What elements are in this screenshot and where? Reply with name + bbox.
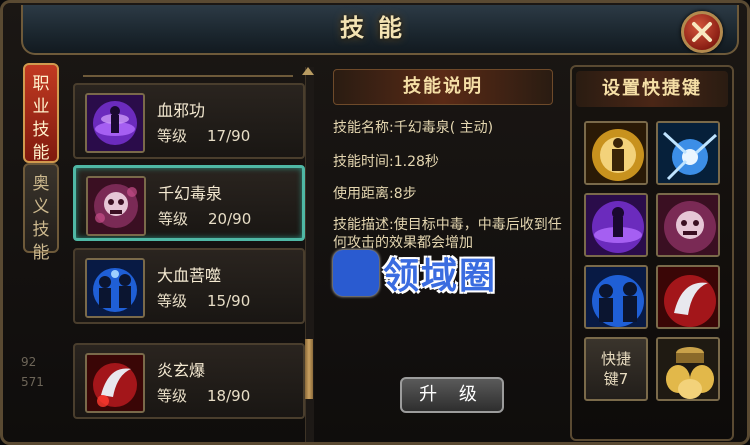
skill-name-line: 技能名称:千幻毒泉( 主动) bbox=[333, 120, 494, 136]
skill-window: 技能 职业技能 奥义技能 92 571 血邪功 等级 17/90 千幻毒泉 等级 2… bbox=[0, 0, 750, 445]
skill-name: 血邪功 bbox=[157, 101, 206, 120]
quickkey-panel: 设置快捷键 快捷键7 bbox=[570, 65, 734, 441]
level-label: 等级 bbox=[157, 387, 188, 405]
level-label: 等级 bbox=[157, 292, 188, 310]
skill-level: 等级 20/90 bbox=[158, 208, 251, 229]
skill-row-2[interactable]: 千幻毒泉 等级 20/90 bbox=[73, 165, 305, 241]
poison-skull-icon bbox=[658, 195, 718, 255]
skill-list: 血邪功 等级 17/90 千幻毒泉 等级 20/90 大血菩噬 等级 15/90 炎玄… bbox=[67, 61, 317, 442]
tab-secret-skills-label: 奥义技能 bbox=[32, 174, 50, 263]
blue-spirit-icon bbox=[85, 258, 145, 318]
level-value: 15/90 bbox=[207, 292, 251, 310]
level-value: 20/90 bbox=[208, 210, 252, 228]
quickkey-slot-6[interactable] bbox=[656, 265, 720, 329]
tab-class-skills[interactable]: 职业技能 bbox=[23, 63, 59, 163]
description-header: 技能说明 bbox=[333, 69, 553, 105]
skill-row-3[interactable]: 大血菩噬 等级 15/90 bbox=[73, 248, 305, 324]
gold-pots-icon bbox=[658, 339, 718, 399]
level-value: 17/90 bbox=[207, 127, 251, 145]
side-number-2: 571 bbox=[21, 375, 44, 389]
red-claw-icon bbox=[658, 267, 718, 327]
side-number-1: 92 bbox=[21, 355, 37, 369]
skill-row-4[interactable]: 炎玄爆 等级 18/90 bbox=[73, 343, 305, 419]
poison-skull-icon bbox=[86, 176, 146, 236]
skill-name: 炎玄爆 bbox=[157, 361, 206, 380]
tab-class-skills-label: 职业技能 bbox=[32, 74, 50, 163]
quickkey-slot-1[interactable] bbox=[584, 121, 648, 185]
level-value: 18/90 bbox=[207, 387, 251, 405]
watermark-logo-icon bbox=[333, 250, 379, 296]
quickkey-slot-3[interactable] bbox=[584, 193, 648, 257]
close-icon bbox=[692, 22, 712, 42]
quickkey-slot-8[interactable] bbox=[656, 337, 720, 401]
quickkey-slot-5[interactable] bbox=[584, 265, 648, 329]
quickkey-header: 设置快捷键 bbox=[576, 71, 728, 107]
quickkey-slot-2[interactable] bbox=[656, 121, 720, 185]
skill-range-line: 使用距离:8步 bbox=[333, 186, 417, 202]
red-claw-icon bbox=[85, 353, 145, 413]
list-top-edge bbox=[83, 65, 293, 77]
watermark-text: 领域圈 bbox=[383, 256, 498, 297]
skill-time-line: 技能时间:1.28秒 bbox=[333, 154, 439, 170]
golden-figure-icon bbox=[586, 123, 646, 183]
level-label: 等级 bbox=[157, 127, 188, 145]
scroll-up-arrow-icon[interactable] bbox=[302, 67, 314, 75]
close-button[interactable] bbox=[681, 11, 723, 53]
scroll-thumb[interactable] bbox=[305, 339, 313, 399]
purple-vortex-icon bbox=[586, 195, 646, 255]
skill-level: 等级 18/90 bbox=[157, 385, 250, 406]
skill-level: 等级 17/90 bbox=[157, 125, 250, 146]
skill-name: 大血菩噬 bbox=[157, 266, 222, 285]
blue-spirit-icon bbox=[586, 267, 646, 327]
quickkey-slot-4[interactable] bbox=[656, 193, 720, 257]
skill-name: 千幻毒泉 bbox=[158, 184, 223, 203]
upgrade-button[interactable]: 升 级 bbox=[400, 377, 504, 413]
lightning-icon bbox=[658, 123, 718, 183]
purple-vortex-icon bbox=[85, 93, 145, 153]
window-title: 技能 bbox=[340, 14, 416, 42]
skill-level: 等级 15/90 bbox=[157, 290, 250, 311]
tab-secret-skills[interactable]: 奥义技能 bbox=[23, 163, 59, 263]
quickkey-7-label: 快捷键7 bbox=[600, 350, 631, 388]
skill-row-1[interactable]: 血邪功 等级 17/90 bbox=[73, 83, 305, 159]
quickkey-slot-7[interactable]: 快捷键7 bbox=[584, 337, 648, 401]
level-label: 等级 bbox=[158, 210, 189, 228]
